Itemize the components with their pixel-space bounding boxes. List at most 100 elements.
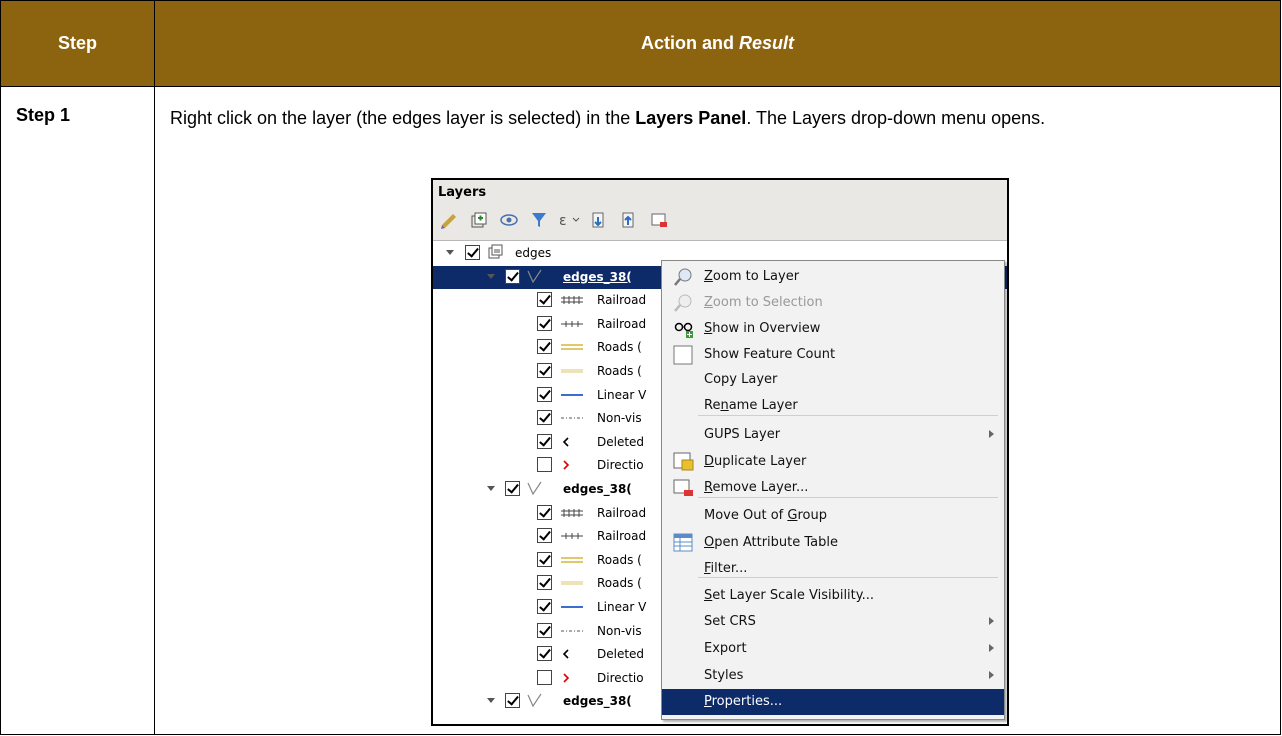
layer-checkbox[interactable] bbox=[537, 551, 552, 567]
menu-item-label: Zoom to Selection bbox=[704, 295, 823, 310]
context-menu: Zoom to Layer Zoom to Selection Show in Ov… bbox=[661, 260, 1005, 720]
filter-icon[interactable] bbox=[527, 208, 551, 232]
layer-label: Deleted bbox=[597, 647, 645, 662]
remove-layer-icon[interactable] bbox=[647, 208, 671, 232]
menu-item-export[interactable]: Export bbox=[662, 636, 1004, 662]
menu-item-show-feature-count[interactable]: Show Feature Count bbox=[662, 342, 1004, 368]
layer-checkbox[interactable] bbox=[537, 315, 552, 331]
layer-checkbox[interactable] bbox=[537, 646, 552, 662]
menu-item-zoom-to-selection: Zoom to Selection bbox=[662, 290, 1004, 316]
layer-checkbox[interactable] bbox=[537, 599, 552, 614]
menu-item-remove-layer[interactable]: Remove Layer... bbox=[662, 475, 1004, 501]
layer-checkbox[interactable] bbox=[505, 481, 520, 496]
symbol-railroad-icon bbox=[561, 502, 583, 525]
layer-label: Railroad bbox=[597, 529, 647, 544]
menu-item-open-attribute-table[interactable]: Open Attribute Table bbox=[662, 530, 1004, 556]
menu-item-copy-layer[interactable]: Copy Layer bbox=[662, 367, 1004, 393]
add-group-icon[interactable] bbox=[467, 208, 491, 232]
menu-item-show-in-overview[interactable]: Show in Overview bbox=[662, 316, 1004, 342]
menu-item-rename-layer[interactable]: Rename Layer bbox=[662, 393, 1004, 419]
panel-title: Layers bbox=[438, 185, 487, 200]
submenu-arrow-icon bbox=[989, 644, 994, 652]
menu-item-label: Set Layer Scale Visibility... bbox=[704, 588, 875, 603]
layer-label: Directio bbox=[597, 670, 644, 685]
expression-filter-icon[interactable]: ε bbox=[557, 208, 581, 232]
layer-checkbox[interactable] bbox=[537, 457, 552, 473]
expand-arrow-icon[interactable] bbox=[487, 486, 495, 491]
layer-checkbox[interactable] bbox=[505, 268, 520, 284]
expand-arrow-icon[interactable] bbox=[487, 698, 495, 704]
menu-item-label: Filter... bbox=[704, 561, 748, 576]
table-icon bbox=[673, 533, 695, 553]
menu-item-zoom-to-layer[interactable]: Zoom to Layer bbox=[662, 264, 1004, 290]
header-step: Step bbox=[0, 0, 155, 87]
layer-checkbox[interactable] bbox=[537, 410, 552, 426]
menu-item-set-layer-scale-visibility[interactable]: Set Layer Scale Visibility... bbox=[662, 583, 1004, 609]
symbol-deleted-icon bbox=[561, 431, 583, 454]
layer-label: Directio bbox=[597, 458, 644, 473]
layer-checkbox[interactable] bbox=[537, 386, 552, 402]
layer-checkbox[interactable] bbox=[465, 245, 480, 260]
layer-label: Non-vis bbox=[597, 623, 642, 638]
menu-item-styles[interactable]: Styles bbox=[662, 663, 1004, 689]
symbol-railroad-icon bbox=[561, 289, 583, 312]
layer-label: Railroad bbox=[597, 293, 647, 308]
layer-label: edges_38( bbox=[563, 694, 632, 709]
symbol-direction-icon bbox=[561, 667, 583, 690]
menu-item-label: Show Feature Count bbox=[704, 347, 836, 362]
layers-toolbar: ε bbox=[437, 208, 671, 232]
layer-checkbox[interactable] bbox=[505, 693, 520, 709]
layer-label: Deleted bbox=[597, 434, 645, 449]
menu-item-label: Rename Layer bbox=[704, 398, 798, 413]
symbol-railroad2-icon bbox=[561, 525, 583, 548]
menu-item-label: Remove Layer... bbox=[704, 480, 809, 495]
zoom-selection-icon bbox=[673, 293, 695, 313]
svg-text:ε: ε bbox=[559, 213, 567, 229]
expand-arrow-icon[interactable] bbox=[446, 250, 454, 255]
submenu-arrow-icon bbox=[989, 617, 994, 625]
symbol-nonvis-icon bbox=[561, 620, 583, 643]
duplicate-icon bbox=[673, 452, 695, 472]
menu-item-label: GUPS Layer bbox=[704, 427, 781, 442]
menu-item-label: Export bbox=[704, 641, 747, 656]
layer-checkbox[interactable] bbox=[537, 292, 552, 308]
menu-item-label: Open Attribute Table bbox=[704, 535, 839, 550]
layer-checkbox[interactable] bbox=[537, 433, 552, 449]
expand-all-icon[interactable] bbox=[587, 208, 611, 232]
layer-label: Railroad bbox=[597, 316, 647, 331]
expand-arrow-icon[interactable] bbox=[487, 273, 495, 279]
menu-item-set-crs[interactable]: Set CRS bbox=[662, 609, 1004, 635]
layer-checkbox[interactable] bbox=[537, 363, 552, 378]
symbol-linear-icon bbox=[561, 596, 583, 619]
menu-item-duplicate-layer[interactable]: Duplicate Layer bbox=[662, 449, 1004, 475]
checkbox-icon bbox=[673, 345, 695, 365]
menu-item-label: Styles bbox=[704, 668, 744, 683]
layer-checkbox[interactable] bbox=[537, 528, 552, 544]
menu-item-move-out-of-group[interactable]: Move Out of Group bbox=[662, 503, 1004, 529]
layer-checkbox[interactable] bbox=[537, 339, 552, 355]
layer-checkbox[interactable] bbox=[537, 669, 552, 685]
menu-item-properties[interactable]: Properties... bbox=[662, 689, 1004, 715]
style-icon[interactable] bbox=[437, 208, 461, 232]
layer-checkbox[interactable] bbox=[537, 504, 552, 520]
layers-screenshot: Layers ε edges edges_38(Railroad Railroad R… bbox=[431, 178, 1009, 726]
layer-label: Roads ( bbox=[597, 552, 642, 567]
header-action: Action and Result bbox=[154, 0, 1281, 87]
menu-item-label: Move Out of Group bbox=[704, 508, 827, 523]
submenu-arrow-icon bbox=[989, 671, 994, 679]
visibility-icon[interactable] bbox=[497, 208, 521, 232]
menu-item-label: Set CRS bbox=[704, 614, 756, 629]
symbol-roads-icon bbox=[561, 549, 583, 572]
layer-label: Roads ( bbox=[597, 576, 642, 591]
layer-checkbox[interactable] bbox=[537, 622, 552, 638]
layer-checkbox[interactable] bbox=[537, 575, 552, 591]
overview-icon bbox=[673, 319, 695, 339]
layer-label: edges_38( bbox=[563, 482, 632, 496]
menu-item-filter[interactable]: Filter... bbox=[662, 556, 1004, 582]
collapse-all-icon[interactable] bbox=[617, 208, 641, 232]
menu-item-label: Copy Layer bbox=[704, 372, 778, 387]
menu-item-gups-layer[interactable]: GUPS Layer bbox=[662, 422, 1004, 448]
remove-icon bbox=[673, 478, 695, 498]
layer-label: Non-vis bbox=[597, 411, 642, 426]
action-text-part2: . The Layers drop-down menu opens. bbox=[746, 108, 1046, 128]
